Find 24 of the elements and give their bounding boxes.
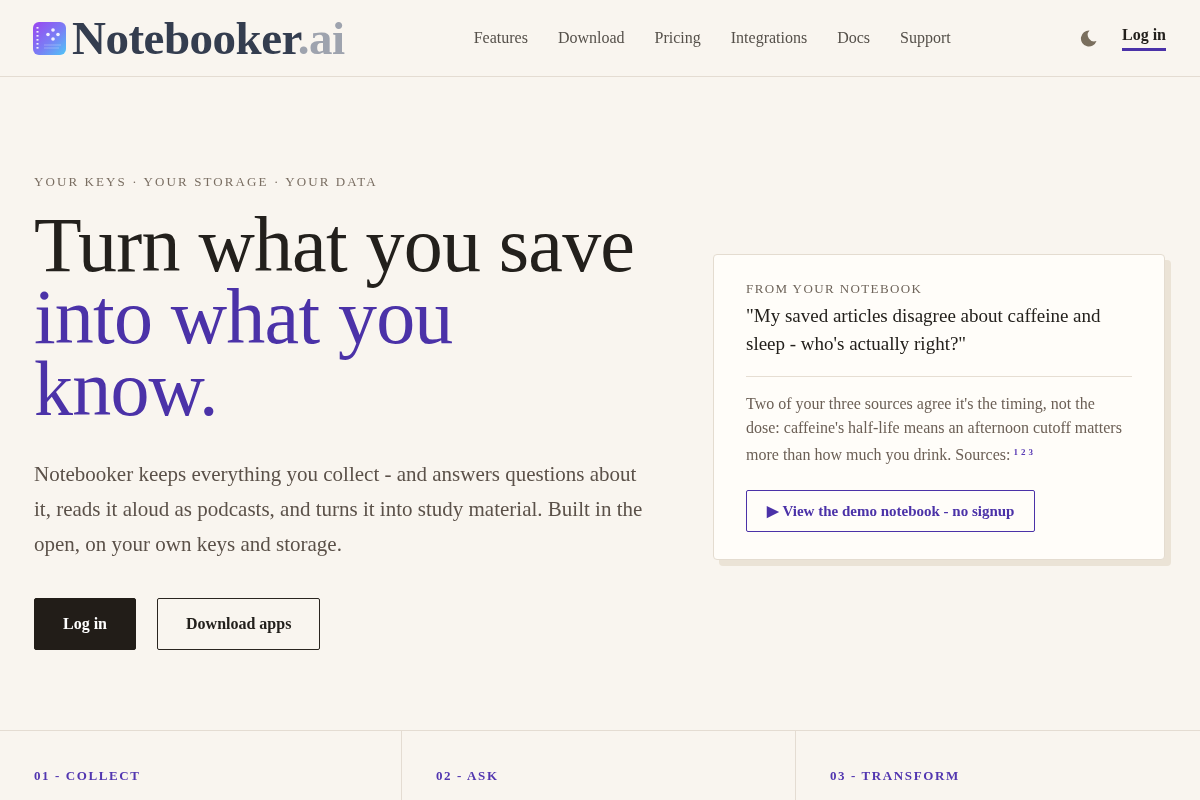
nav-link[interactable]: Docs — [837, 26, 871, 50]
step-label: 01 - COLLECT — [34, 767, 141, 785]
nav-link[interactable]: Pricing — [654, 26, 701, 50]
hero-eyebrow: YOUR KEYS · YOUR STORAGE · YOUR DATA — [34, 173, 378, 191]
brand-logo-text[interactable]: Notebooker.ai — [72, 14, 345, 62]
step-label: 03 - TRANSFORM — [830, 767, 960, 785]
demo-notebook-button[interactable]: ▶ View the demo notebook - no signup — [746, 490, 1036, 532]
source-link[interactable]: 2 — [1020, 447, 1026, 457]
step-label: 02 - ASK — [436, 767, 499, 785]
hero-description: Notebooker keeps everything you collect - and answers questions about it, reads it aloud as podcasts, and turns it into study material. Built in the open, on your own keys and storage. — [34, 461, 644, 558]
logo-icon — [33, 21, 66, 55]
login-link[interactable]: Log in — [1122, 25, 1166, 51]
nav-link[interactable]: Download — [557, 26, 625, 50]
download-button[interactable]: Download apps — [157, 598, 321, 650]
card-eyebrow: FROM YOUR NOTEBOOK — [746, 280, 923, 298]
source-link[interactable]: 3 — [1028, 447, 1033, 457]
hero-heading: Turn what you save into what you know. — [34, 201, 636, 434]
nav-link[interactable]: Support — [900, 26, 951, 50]
nav-link[interactable]: Features — [473, 26, 528, 50]
source-link[interactable]: 1 — [1013, 447, 1018, 457]
login-button[interactable]: Log in — [34, 598, 136, 650]
nav-link[interactable]: Integrations — [730, 26, 808, 50]
moon-icon[interactable] — [1080, 29, 1097, 47]
question-text: "My saved articles disagree about caffeine and sleep - who's actually right?" — [746, 304, 1102, 356]
